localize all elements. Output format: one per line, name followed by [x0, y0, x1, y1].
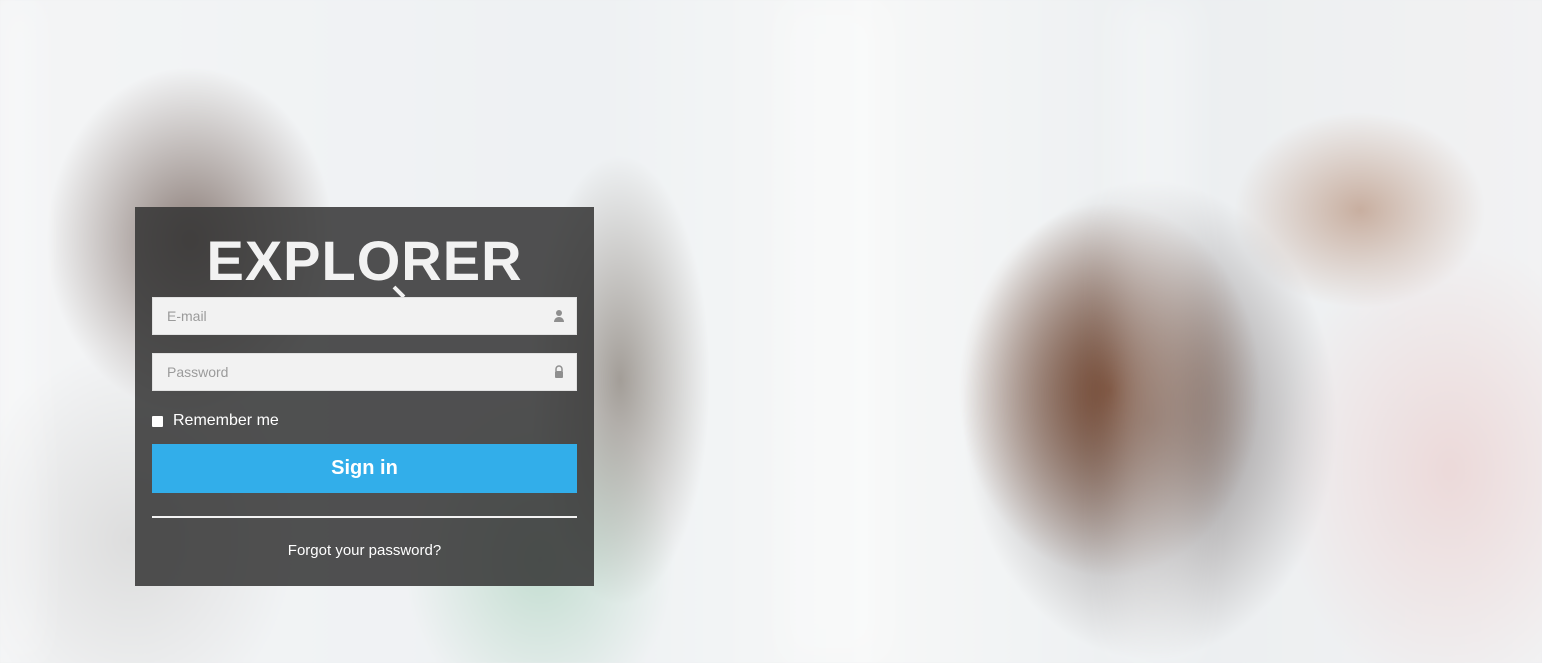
background-blur [1115, 0, 1195, 663]
remember-me-label: Remember me [173, 412, 279, 429]
lock-icon [555, 365, 563, 378]
email-input[interactable] [153, 298, 576, 334]
divider [152, 516, 577, 518]
login-panel: EXPLORER Remember me Sign in Forgot your… [135, 207, 594, 586]
email-field[interactable] [152, 297, 577, 335]
user-icon [554, 310, 564, 322]
brand-logo: EXPLORER [135, 233, 594, 289]
remember-me-option[interactable]: Remember me [152, 412, 279, 430]
forgot-password-link[interactable]: Forgot your password? [135, 542, 594, 559]
brand-name-suffix: RER [401, 229, 523, 292]
remember-me-checkbox[interactable] [152, 415, 163, 427]
background-blur [0, 0, 40, 663]
sign-in-button[interactable]: Sign in [152, 444, 577, 493]
password-field[interactable] [152, 353, 577, 391]
brand-name-prefix: EXPL [206, 229, 357, 292]
login-screen: EXPLORER Remember me Sign in Forgot your… [0, 0, 1542, 663]
background-blur [780, 0, 890, 663]
password-input[interactable] [153, 354, 576, 390]
magnifier-icon: O [356, 229, 402, 292]
